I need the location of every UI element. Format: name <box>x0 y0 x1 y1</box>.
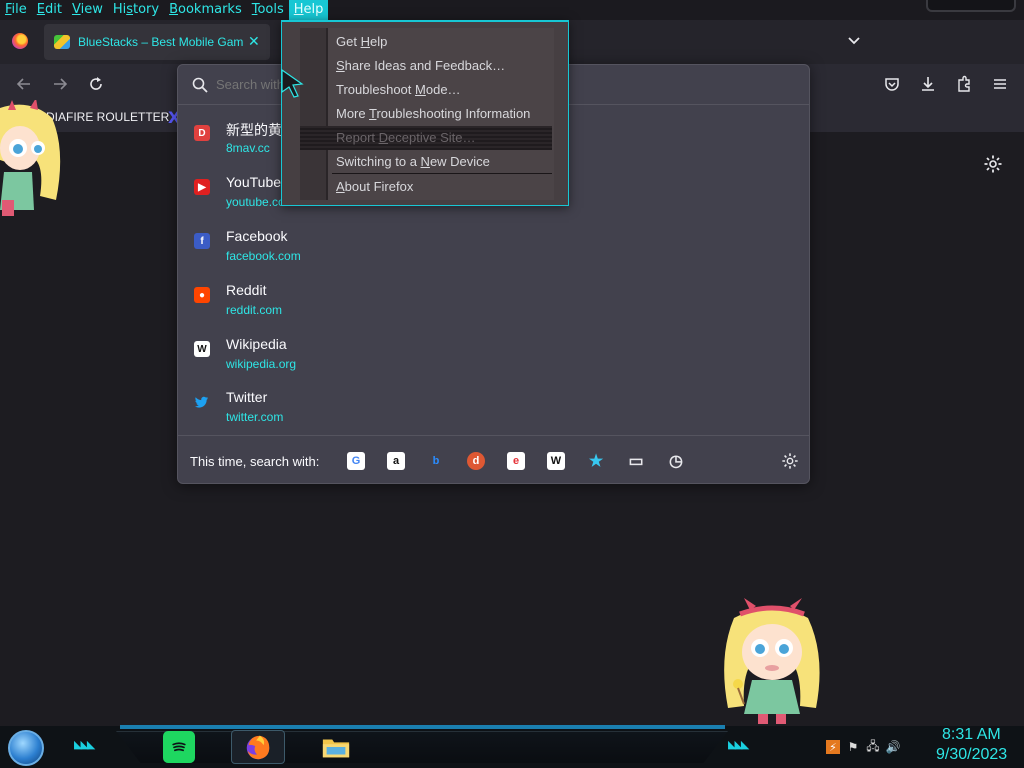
help-report-deceptive-site[interactable]: Report Deceptive Site… <box>300 126 552 150</box>
tab-title: BlueStacks – Best Mobile Gaming <box>78 35 244 49</box>
menu-file[interactable]: File <box>0 0 32 20</box>
close-tab-icon[interactable]: ✕ <box>248 34 260 50</box>
menu-separator <box>332 173 552 174</box>
result-url: 8mav.cc <box>226 141 270 155</box>
start-button[interactable] <box>8 730 44 766</box>
result-row[interactable]: ● Reddit reddit.com <box>178 277 809 327</box>
facebook-icon: f <box>194 233 210 249</box>
menu-bar: File Edit View History Bookmarks Tools H… <box>0 0 1024 20</box>
help-troubleshoot-mode[interactable]: Troubleshoot Mode… <box>336 82 461 97</box>
mouse-cursor-icon <box>281 68 304 98</box>
result-title: Reddit <box>226 282 267 298</box>
result-title: YouTube <box>226 174 282 190</box>
gear-icon[interactable] <box>781 452 799 470</box>
result-row[interactable]: W Wikipedia wikipedia.org <box>178 331 809 381</box>
file-explorer-icon[interactable] <box>320 731 352 763</box>
chevrons-decoration-icon: ◣◣◣ <box>74 738 95 751</box>
result-title: Facebook <box>226 228 288 244</box>
search-icon <box>192 77 208 93</box>
reload-icon[interactable] <box>85 73 107 95</box>
search-oneoff-row: This time, search with: G a b d e W ★ ▭ … <box>178 435 809 485</box>
youtube-icon: ▶ <box>194 179 210 195</box>
result-favicon-icon: D <box>194 125 210 141</box>
menu-view[interactable]: View <box>67 0 108 20</box>
menu-edit[interactable]: Edit <box>32 0 67 20</box>
menu-tools[interactable]: Tools <box>247 0 289 20</box>
ebay-icon[interactable]: e <box>507 452 525 470</box>
app-menu-icon[interactable] <box>989 73 1011 95</box>
result-url: twitter.com <box>226 410 284 424</box>
google-icon[interactable]: G <box>347 452 365 470</box>
help-more-troubleshooting[interactable]: More Troubleshooting Information <box>336 106 530 121</box>
firefox-icon[interactable] <box>242 731 274 763</box>
help-get-help[interactable]: Get Help <box>336 34 387 49</box>
help-share-feedback[interactable]: Share Ideas and Feedback… <box>336 58 505 73</box>
flag-icon[interactable]: ⚑ <box>846 740 860 754</box>
help-menu-gutter <box>300 28 328 200</box>
menu-bookmarks[interactable]: Bookmarks <box>164 0 247 20</box>
bookmarks-star-icon[interactable]: ★ <box>587 452 605 470</box>
twitter-icon <box>194 394 210 410</box>
help-about-firefox[interactable]: About Firefox <box>336 179 413 194</box>
tab-bluestacks[interactable]: BlueStacks – Best Mobile Gaming ✕ <box>44 24 270 60</box>
downloads-icon[interactable] <box>917 73 939 95</box>
system-tray: ⚡ ⚑ 🖧 🔊 <box>826 738 900 756</box>
gear-icon[interactable] <box>983 154 1003 174</box>
result-row[interactable]: f Facebook facebook.com <box>178 223 809 273</box>
menu-help[interactable]: Help <box>288 0 329 20</box>
result-row[interactable]: Twitter twitter.com <box>178 384 809 434</box>
mascot-character-left <box>0 100 61 216</box>
duckduckgo-icon[interactable]: d <box>467 452 485 470</box>
help-switch-device[interactable]: Switching to a New Device <box>336 154 490 169</box>
bing-icon[interactable]: b <box>427 452 445 470</box>
clock-date[interactable]: 9/30/2023 <box>936 746 1007 764</box>
oneoff-label: This time, search with: <box>190 454 320 469</box>
tray-app-icon[interactable]: ⚡ <box>826 740 840 754</box>
mascot-character-right <box>724 598 820 724</box>
chevron-down-icon[interactable] <box>845 31 863 49</box>
result-url: facebook.com <box>226 249 301 263</box>
help-menu-popup: Get Help Share Ideas and Feedback… Troub… <box>281 20 569 206</box>
result-url: reddit.com <box>226 303 283 317</box>
history-icon[interactable]: ◷ <box>667 452 685 470</box>
reddit-icon: ● <box>194 287 210 303</box>
result-title: Twitter <box>226 389 268 405</box>
taskbar-accent <box>120 725 725 729</box>
tabs-icon[interactable]: ▭ <box>627 452 645 470</box>
spotify-icon[interactable] <box>163 731 195 763</box>
result-url: wikipedia.org <box>226 357 297 371</box>
network-icon[interactable]: 🖧 <box>866 739 880 754</box>
result-title: Wikipedia <box>226 336 287 352</box>
wikipedia-icon: W <box>194 341 210 357</box>
firefox-view-icon[interactable] <box>12 33 28 49</box>
bluestacks-icon <box>54 35 70 49</box>
extensions-icon[interactable] <box>953 73 975 95</box>
window-decoration <box>926 0 1016 12</box>
taskbar-band <box>116 731 728 763</box>
pocket-icon[interactable] <box>881 73 903 95</box>
menu-history[interactable]: History <box>108 0 164 20</box>
volume-icon[interactable]: 🔊 <box>886 740 901 754</box>
chevrons-decoration-icon: ◣◣◣ <box>728 738 749 751</box>
result-title: 新型的黄 <box>226 122 282 138</box>
back-arrow-icon[interactable] <box>13 73 35 95</box>
amazon-icon[interactable]: a <box>387 452 405 470</box>
forward-arrow-icon[interactable] <box>49 73 71 95</box>
clock-time[interactable]: 8:31 AM <box>942 726 1001 744</box>
wikipedia-icon[interactable]: W <box>547 452 565 470</box>
